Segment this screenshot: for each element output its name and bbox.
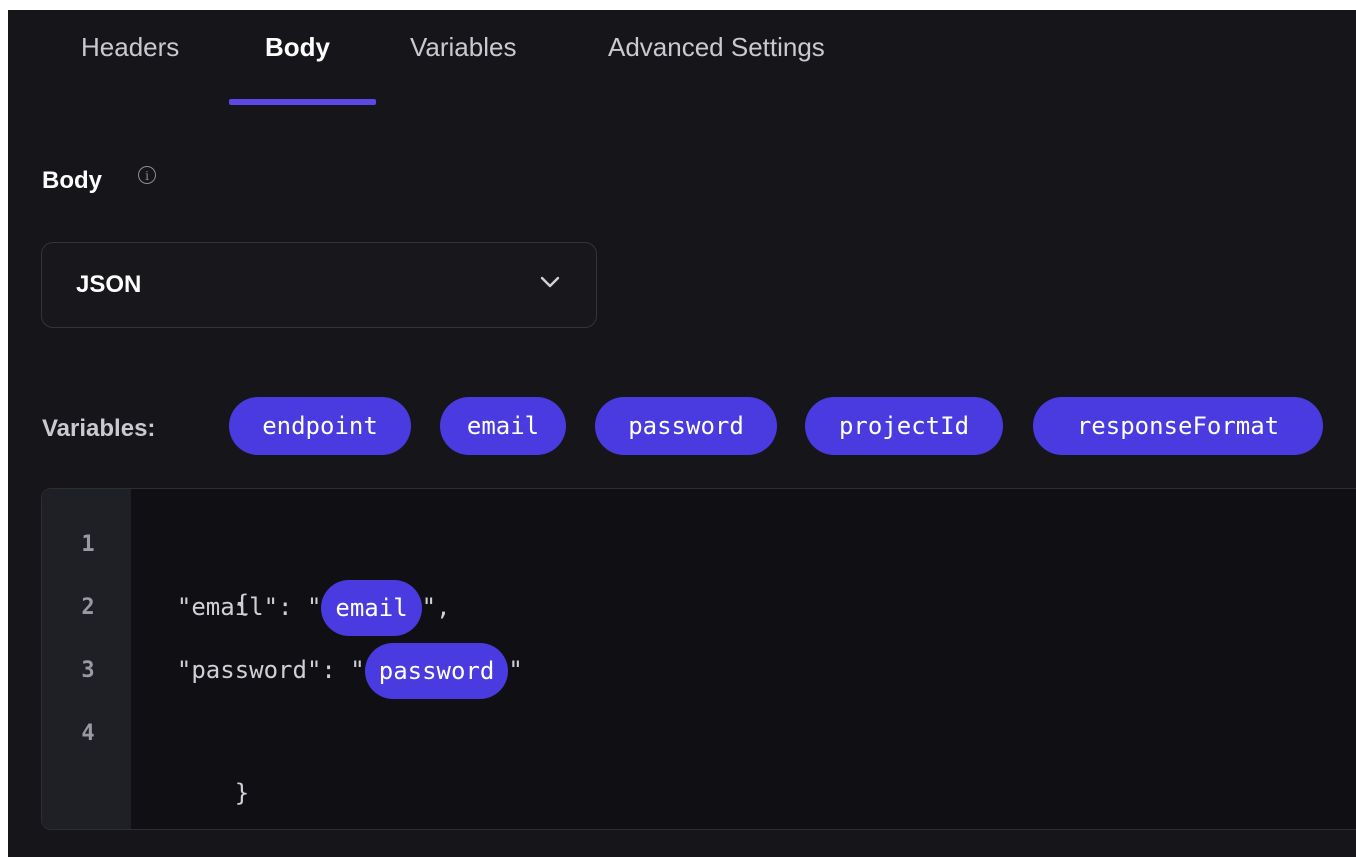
tab-advanced-settings[interactable]: Advanced Settings: [608, 32, 825, 63]
code-text: "password": ": [148, 656, 365, 684]
code-line: }: [148, 703, 249, 807]
code-line: "email": " email ",: [148, 577, 451, 637]
body-type-select[interactable]: JSON: [41, 242, 597, 328]
tab-body[interactable]: Body: [265, 32, 330, 63]
code-text: ",: [421, 593, 451, 621]
variables-label: Variables:: [42, 415, 156, 442]
line-number: 2: [81, 595, 95, 620]
code-line: {: [148, 514, 249, 618]
code-text: }: [234, 779, 250, 807]
code-text: "email": ": [148, 593, 322, 621]
tab-variables[interactable]: Variables: [410, 32, 516, 63]
chevron-down-icon: [540, 276, 560, 288]
line-number: 4: [81, 721, 95, 746]
tab-headers[interactable]: Headers: [81, 32, 179, 63]
code-text: ": [508, 656, 523, 684]
info-icon[interactable]: i: [138, 166, 156, 184]
line-number: 1: [81, 532, 95, 557]
variable-chip-email[interactable]: email: [440, 397, 566, 455]
inline-variable-password[interactable]: password: [364, 643, 509, 699]
variable-chip-responseformat[interactable]: responseFormat: [1033, 397, 1323, 455]
tab-bar: Headers Body Variables Advanced Settings: [8, 10, 1356, 110]
section-title: Body: [42, 167, 102, 194]
variable-chip-password[interactable]: password: [595, 397, 777, 455]
body-type-value: JSON: [76, 271, 142, 298]
code-line: "password": " password ": [148, 640, 523, 700]
active-tab-indicator: [229, 99, 376, 105]
variable-chip-projectid[interactable]: projectId: [805, 397, 1003, 455]
request-config-panel: Headers Body Variables Advanced Settings…: [8, 10, 1356, 857]
inline-variable-email[interactable]: email: [321, 580, 422, 636]
code-editor[interactable]: 1 2 3 4 { "email": " email ", "password": …: [41, 488, 1356, 830]
line-number: 3: [81, 658, 95, 683]
variable-chip-endpoint[interactable]: endpoint: [229, 397, 411, 455]
